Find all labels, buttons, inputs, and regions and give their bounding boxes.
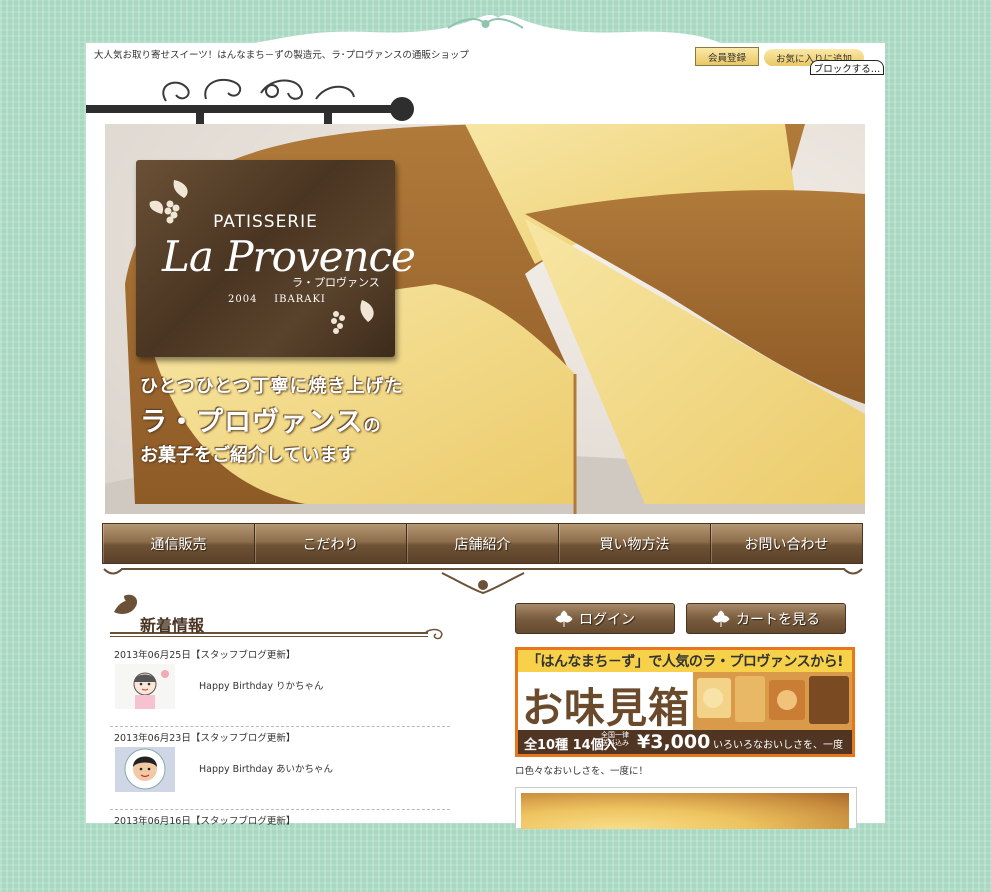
block-popup-button[interactable]: ブロックする… (810, 60, 884, 75)
hero-catchcopy: ひとつひとつ丁寧に焼き上げた ラ・プロヴァンスの お菓子をご紹介しています (140, 372, 403, 467)
hero-line-2: ラ・プロヴァンスの (140, 400, 403, 439)
banner-shipping: 全国一律 送料込み (601, 731, 629, 747)
tasting-box-banner[interactable]: 「はんなまち－ず」で人気のラ・プロヴァンスから! お味見箱 全10種 14個入 … (515, 647, 855, 757)
news-title: Happy Birthday あいかちゃん (199, 764, 333, 775)
leaf-icon (712, 609, 730, 627)
hero-shop-name: ラ・プロヴァンス (140, 407, 364, 438)
grape-icon-small (331, 300, 374, 334)
news-date: 2013年06月16日【スタッフブログ更新】 (114, 816, 296, 827)
banner-price: ¥3,000 (637, 731, 711, 753)
global-nav: 通信販売 こだわり 店舗紹介 買い物方法 お問い合わせ (102, 523, 863, 564)
login-label: ログイン (579, 611, 635, 628)
child-illustration (115, 747, 175, 792)
sign-year: 2004 IBARAKI (228, 294, 326, 305)
top-ornament (248, 15, 723, 44)
banner-ship-2: 送料込み (601, 739, 629, 747)
banner-note: いろいろなおいしさを、一度に! (713, 740, 843, 751)
banner-headline: 「はんなまち－ず」で人気のラ・プロヴァンスから! (518, 650, 852, 672)
product-card[interactable] (515, 787, 857, 829)
hero-line-1: ひとつひとつ丁寧に焼き上げた (140, 376, 404, 397)
assorted-cakes-image (693, 672, 852, 730)
nav-shop-info[interactable]: 店舗紹介 (407, 524, 559, 563)
sign-shop-kana: ラ・プロヴァンス (292, 276, 380, 289)
hero-line-2-suffix: の (363, 416, 382, 436)
news-title: Happy Birthday りかちゃん (199, 681, 324, 692)
site-tagline: 大人気お取り寄せスイーツ！はんなまち－ずの製造元、ラ･プロヴァンスの通販ショップ (94, 50, 469, 61)
news-date: 2013年06月23日【スタッフブログ更新】 (114, 733, 296, 744)
login-button[interactable]: ログイン (515, 603, 675, 634)
sign-patisserie: PATISSERIE (213, 212, 318, 232)
leaf-icon (555, 609, 573, 627)
nav-how-to-buy[interactable]: 買い物方法 (559, 524, 711, 563)
news-thumbnail (115, 664, 175, 709)
banner-footer: 全10種 14個入 全国一律 送料込み ¥3,000 いろいろなおいしさを、一度… (518, 730, 852, 754)
news-item[interactable]: 2013年06月16日【スタッフブログ更新】 (110, 810, 450, 892)
cart-label: カートを見る (736, 611, 820, 628)
view-cart-button[interactable]: カートを見る (686, 603, 846, 634)
page-container: 大人気お取り寄せスイーツ！はんなまち－ずの製造元、ラ･プロヴァンスの通販ショップ… (86, 43, 885, 829)
nav-mail-order[interactable]: 通信販売 (103, 524, 255, 563)
news-item[interactable]: 2013年06月23日【スタッフブログ更新】 Happy Birthday あい… (110, 727, 450, 810)
news-date: 2013年06月25日【スタッフブログ更新】 (114, 650, 296, 661)
news-item[interactable]: 2013年06月25日【スタッフブログ更新】 Happy Birthday りか… (110, 644, 450, 727)
banner-inner: 「はんなまち－ず」で人気のラ・プロヴァンスから! お味見箱 全10種 14個入 … (518, 650, 852, 754)
nav-commitment[interactable]: こだわり (255, 524, 407, 563)
news-title-label: 新着情報 (140, 616, 205, 635)
banner-caption: ロ色々なおいしさを、一度に！ (515, 766, 649, 777)
shop-sign-board: PATISSERIE La Provence ラ・プロヴァンス 2004 IBA… (136, 160, 416, 357)
sign-place: IBARAKI (274, 294, 326, 305)
hero-line-3: お菓子をご紹介しています (140, 445, 356, 466)
hero-banner: PATISSERIE La Provence ラ・プロヴァンス 2004 IBA… (105, 124, 865, 514)
news-list: 2013年06月25日【スタッフブログ更新】 Happy Birthday りか… (110, 644, 450, 892)
nav-contact[interactable]: お問い合わせ (711, 524, 862, 563)
banner-ship-1: 全国一律 (601, 731, 629, 739)
cheesecake-photo (521, 793, 849, 829)
news-section-title: 新着情報 (110, 592, 450, 642)
sign-year-value: 2004 (228, 294, 258, 305)
baby-illustration (115, 664, 175, 709)
banner-title: お味見箱 (522, 684, 690, 732)
news-thumbnail (115, 747, 175, 792)
member-register-button[interactable]: 会員登録 (695, 47, 759, 66)
